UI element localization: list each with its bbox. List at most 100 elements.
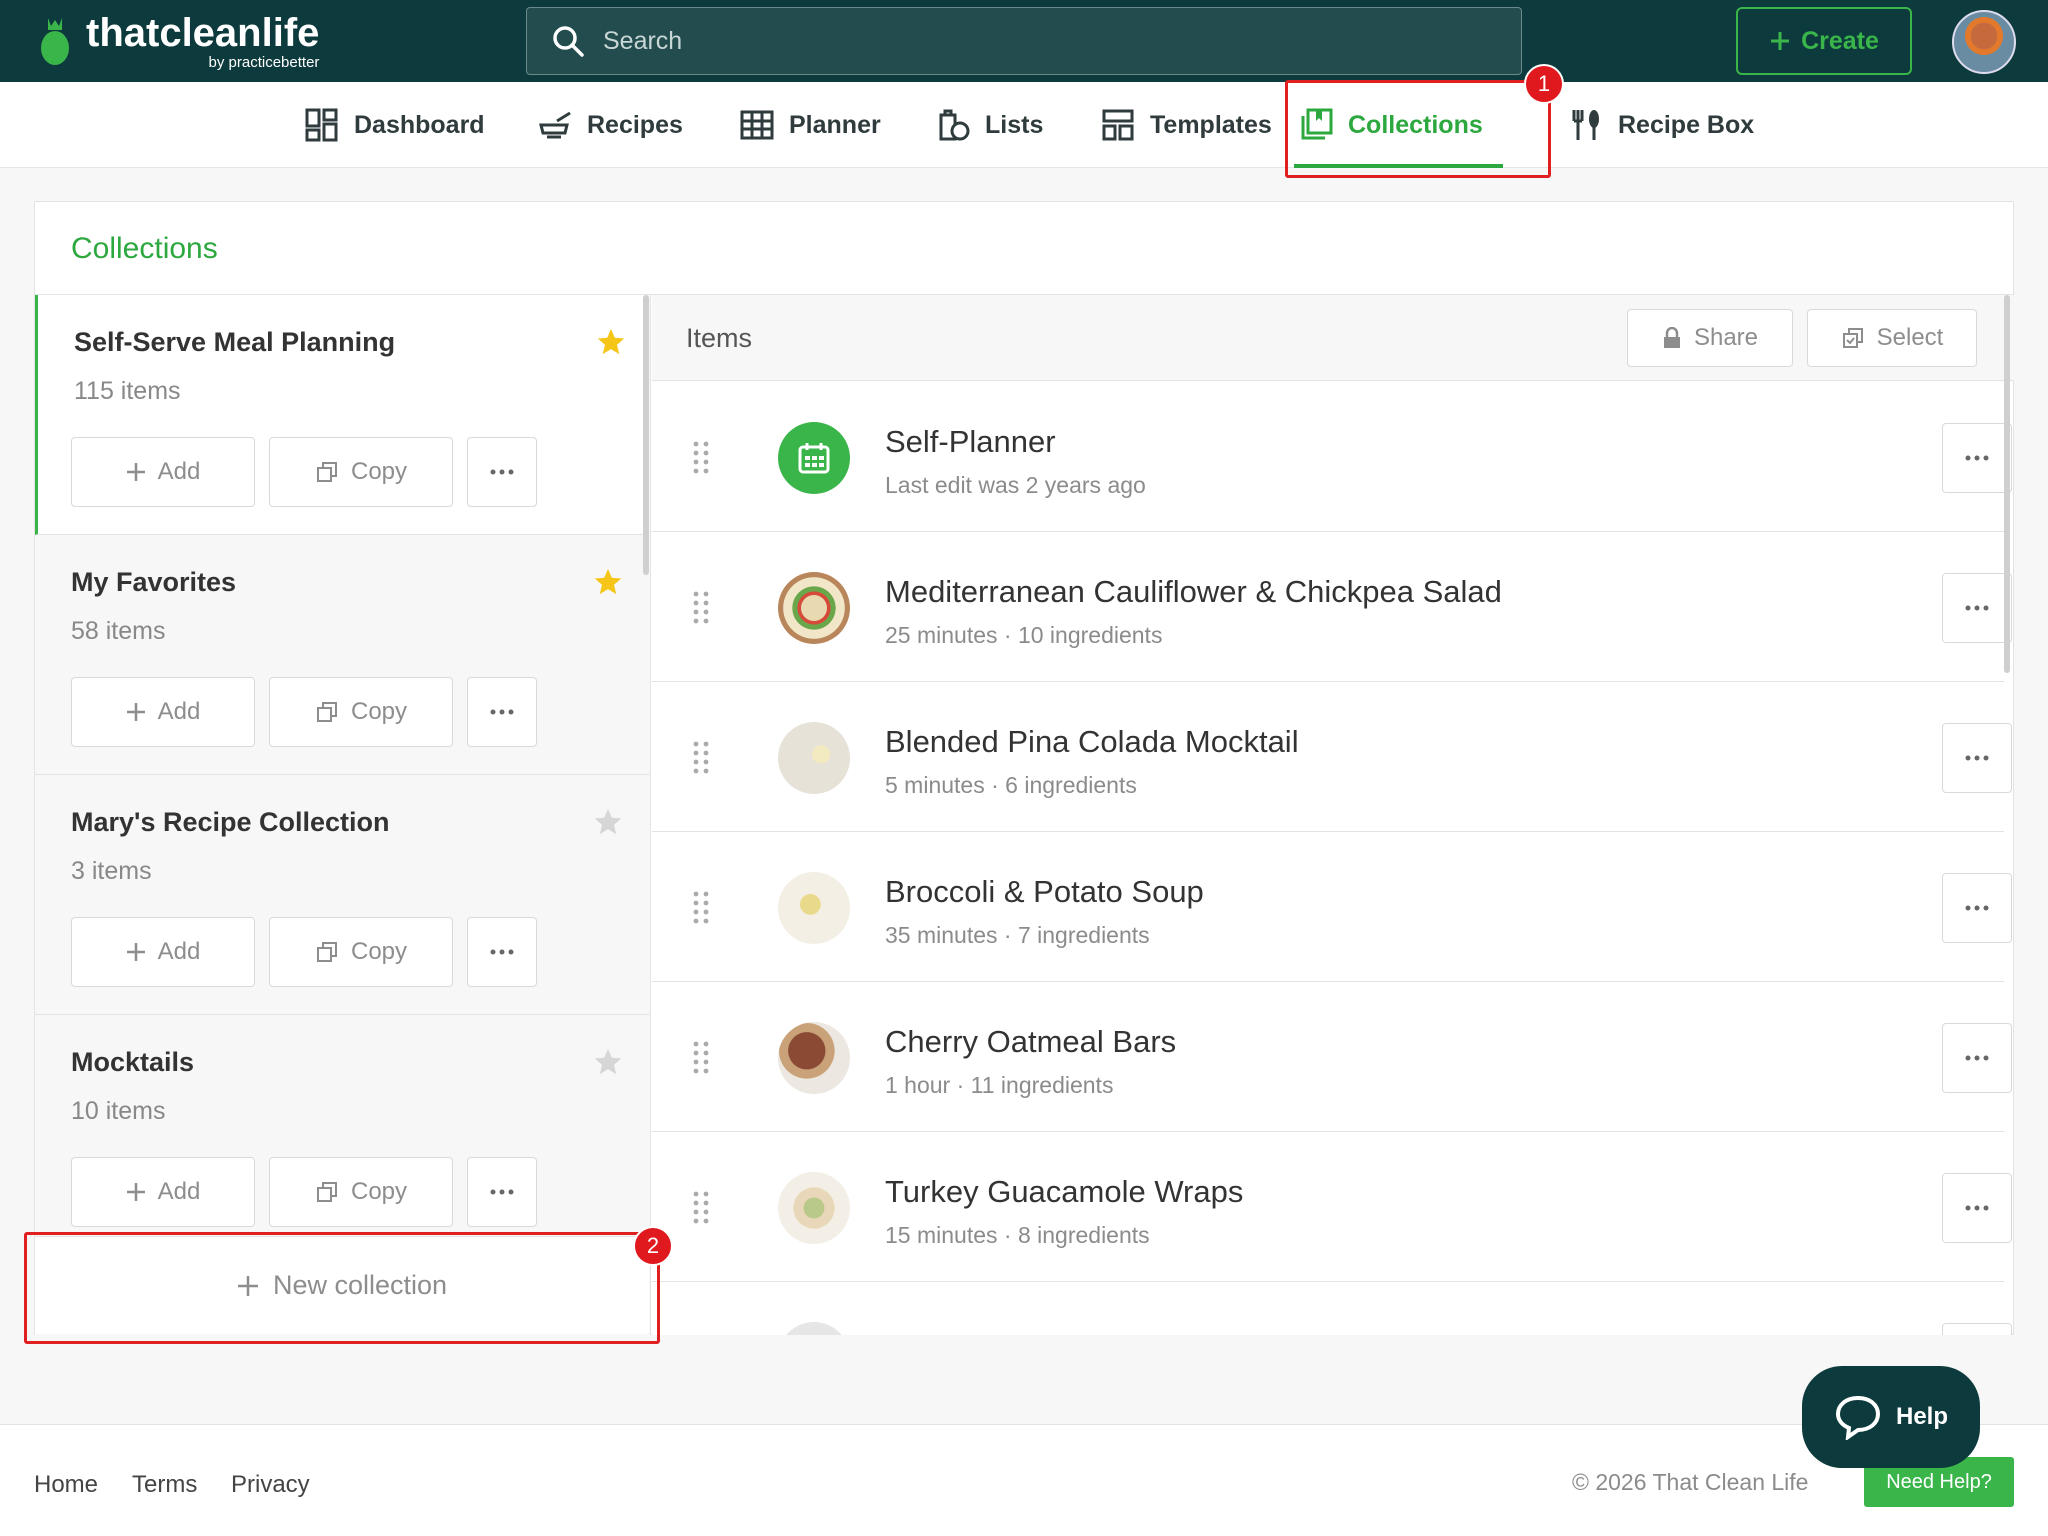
list-item[interactable]: Mediterranean Cauliflower & Chickpea Sal… xyxy=(652,532,2012,682)
list-item[interactable] xyxy=(652,1282,2012,1335)
recipe-box-icon xyxy=(1572,110,1599,140)
item-subtitle: Last edit was 2 years ago xyxy=(885,472,1146,498)
add-button[interactable]: Add xyxy=(71,437,255,507)
collection-count: 115 items xyxy=(74,377,181,405)
collection-item[interactable]: Mary's Recipe Collection 3 items Add Cop… xyxy=(35,775,649,1015)
item-more-button[interactable] xyxy=(1942,873,2012,943)
copy-button[interactable]: Copy xyxy=(269,437,453,507)
item-title[interactable]: Broccoli & Potato Soup xyxy=(885,874,1204,910)
collection-item[interactable]: Self-Serve Meal Planning 115 items Add C… xyxy=(35,295,649,535)
create-button[interactable]: Create xyxy=(1736,7,1912,75)
avatar[interactable] xyxy=(1952,10,2016,74)
tab-planner[interactable]: Planner xyxy=(739,82,881,168)
more-options-button[interactable] xyxy=(467,1157,537,1227)
leaf-logo-icon xyxy=(38,16,72,66)
copy-icon xyxy=(316,702,337,722)
tab-lists[interactable]: Lists xyxy=(935,82,1043,168)
copy-button[interactable]: Copy xyxy=(269,1157,453,1227)
annotation-badge-1: 1 xyxy=(1524,64,1564,104)
search-bar[interactable] xyxy=(526,7,1522,75)
collection-count: 3 items xyxy=(71,857,152,885)
collections-panel: Collections Self-Serve Meal Planning 115… xyxy=(34,201,2014,1335)
star-icon[interactable] xyxy=(593,567,623,597)
add-label: Add xyxy=(157,1178,201,1205)
share-label: Share xyxy=(1693,324,1759,351)
tab-templates[interactable]: Templates xyxy=(1100,82,1272,168)
search-input[interactable] xyxy=(603,26,1503,56)
recipes-icon xyxy=(539,111,571,139)
item-title[interactable]: Mediterranean Cauliflower & Chickpea Sal… xyxy=(885,574,1502,610)
item-title[interactable]: Blended Pina Colada Mocktail xyxy=(885,724,1299,760)
items-label: Items xyxy=(686,323,753,353)
item-more-button[interactable] xyxy=(1942,423,2012,493)
item-more-button[interactable] xyxy=(1942,1323,2012,1335)
more-options-button[interactable] xyxy=(467,677,537,747)
logo[interactable]: thatcleanlife by practicebetter xyxy=(38,10,319,72)
tab-dashboard[interactable]: Dashboard xyxy=(304,82,485,168)
logo-title: thatcleanlife xyxy=(86,10,320,55)
star-icon[interactable] xyxy=(596,327,626,357)
item-subtitle: 5 minutes · 6 ingredients xyxy=(885,772,1137,798)
share-button[interactable]: Share xyxy=(1627,309,1793,367)
footer-link-privacy[interactable]: Privacy xyxy=(231,1471,310,1499)
annotation-highlight-new-collection xyxy=(24,1232,660,1344)
items-scrollbar[interactable] xyxy=(2004,295,2010,673)
collections-scrollbar[interactable] xyxy=(643,295,649,575)
drag-handle-icon[interactable] xyxy=(692,1040,710,1074)
drag-handle-icon[interactable] xyxy=(692,590,710,624)
tab-label: Recipe Box xyxy=(1618,110,1755,139)
footer-link-terms[interactable]: Terms xyxy=(132,1471,197,1499)
star-icon[interactable] xyxy=(593,807,623,837)
copy-button[interactable]: Copy xyxy=(269,677,453,747)
copy-icon xyxy=(316,1182,337,1202)
item-subtitle: 1 hour · 11 ingredients xyxy=(885,1072,1114,1098)
list-item[interactable]: Blended Pina Colada Mocktail 5 minutes ·… xyxy=(652,682,2012,832)
copy-label: Copy xyxy=(350,458,408,485)
item-more-button[interactable] xyxy=(1942,1023,2012,1093)
help-label: Help xyxy=(1895,1403,1948,1430)
item-more-button[interactable] xyxy=(1942,1173,2012,1243)
star-icon[interactable] xyxy=(593,1047,623,1077)
more-options-button[interactable] xyxy=(467,917,537,987)
recipe-thumbnail xyxy=(778,722,850,794)
copy-icon xyxy=(316,942,337,962)
tab-label: Recipes xyxy=(587,110,683,139)
ellipsis-icon xyxy=(1965,905,1989,911)
copy-icon xyxy=(316,462,337,482)
collection-item[interactable]: My Favorites 58 items Add Copy xyxy=(35,535,649,775)
item-more-button[interactable] xyxy=(1942,723,2012,793)
templates-icon xyxy=(1102,109,1134,141)
list-item[interactable]: Broccoli & Potato Soup 35 minutes · 7 in… xyxy=(652,832,2012,982)
footer-link-home[interactable]: Home xyxy=(34,1471,98,1499)
select-button[interactable]: Select xyxy=(1807,309,1977,367)
collection-item[interactable]: Mocktails 10 items Add Copy xyxy=(35,1015,649,1255)
add-button[interactable]: Add xyxy=(71,917,255,987)
drag-handle-icon[interactable] xyxy=(692,440,710,474)
item-title[interactable]: Cherry Oatmeal Bars xyxy=(885,1024,1176,1060)
tab-recipes[interactable]: Recipes xyxy=(537,82,683,168)
plus-icon xyxy=(126,1183,145,1201)
tab-recipe-box[interactable]: Recipe Box xyxy=(1568,82,1754,168)
list-item[interactable]: Self-Planner Last edit was 2 years ago xyxy=(652,382,2012,532)
tab-label: Planner xyxy=(789,110,881,139)
drag-handle-icon[interactable] xyxy=(692,740,710,774)
main-nav: Dashboard Recipes Planner Lists Template… xyxy=(0,82,2048,168)
items-list: Items Share Select Self-Planner Last edi… xyxy=(652,295,2014,1335)
list-item[interactable]: Cherry Oatmeal Bars 1 hour · 11 ingredie… xyxy=(652,982,2012,1132)
item-subtitle: 35 minutes · 7 ingredients xyxy=(885,922,1150,948)
add-button[interactable]: Add xyxy=(71,1157,255,1227)
drag-handle-icon[interactable] xyxy=(692,890,710,924)
logo-subtitle: by practicebetter xyxy=(208,53,320,71)
copy-button[interactable]: Copy xyxy=(269,917,453,987)
drag-handle-icon[interactable] xyxy=(692,1190,710,1224)
add-button[interactable]: Add xyxy=(71,677,255,747)
item-title[interactable]: Self-Planner xyxy=(885,424,1056,460)
add-label: Add xyxy=(157,698,201,725)
list-item[interactable]: Turkey Guacamole Wraps 15 minutes · 8 in… xyxy=(652,1132,2012,1282)
item-more-button[interactable] xyxy=(1942,573,2012,643)
collection-name: Mocktails xyxy=(71,1047,195,1077)
more-options-button[interactable] xyxy=(467,437,537,507)
help-button[interactable]: Help xyxy=(1802,1366,1980,1468)
item-title[interactable]: Turkey Guacamole Wraps xyxy=(885,1174,1243,1210)
ellipsis-icon xyxy=(1965,755,1989,761)
